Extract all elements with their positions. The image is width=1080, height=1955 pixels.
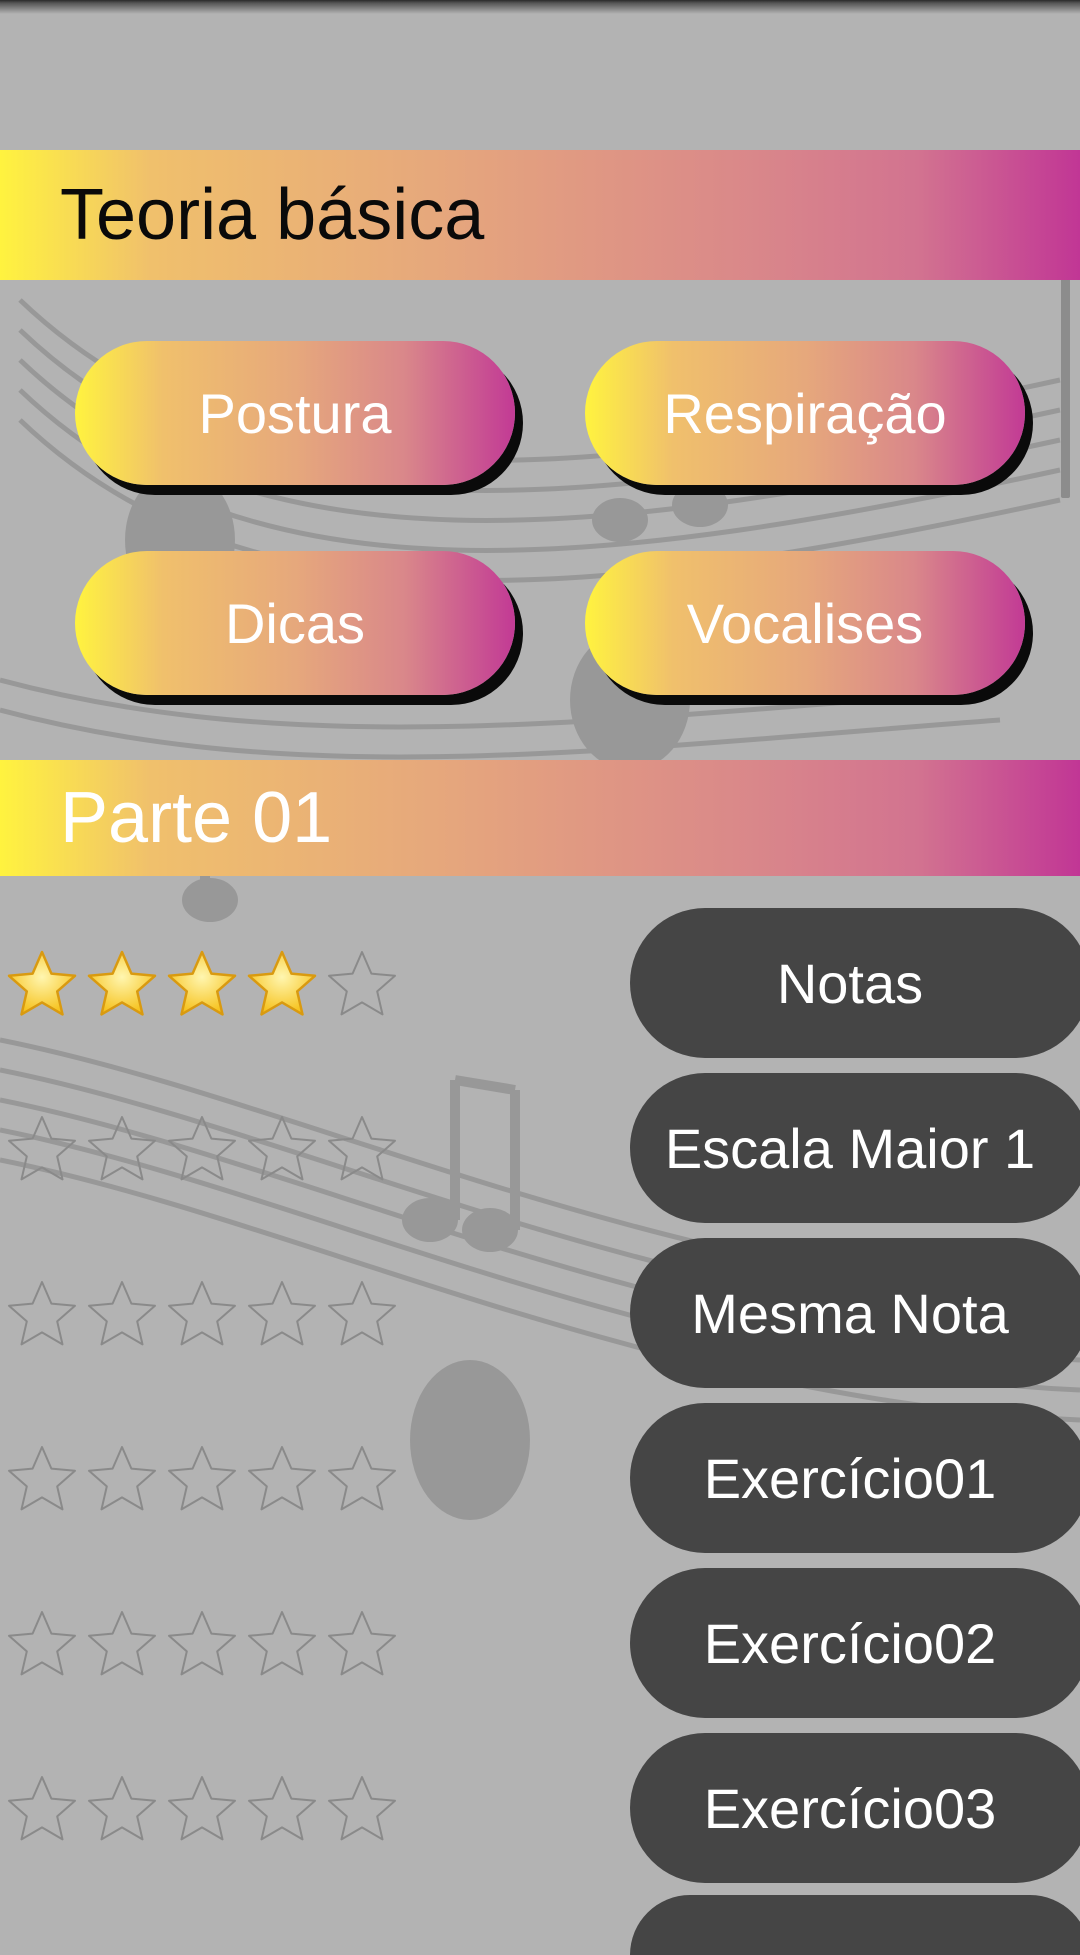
exercise-button-partial[interactable] — [630, 1895, 1080, 1955]
star-empty-icon — [8, 1446, 76, 1511]
tips-button[interactable]: Dicas — [75, 551, 515, 695]
star-empty-icon — [248, 1611, 316, 1676]
star-empty-icon — [88, 1611, 156, 1676]
star-filled-icon — [247, 950, 317, 1016]
star-rating — [2, 1773, 402, 1843]
exercise-row: Exercício03 — [0, 1733, 1080, 1883]
star-empty-icon — [168, 1446, 236, 1511]
star-empty-icon — [8, 1776, 76, 1841]
exercise-row: Exercício02 — [0, 1568, 1080, 1718]
section-header-basic-theory: Teoria básica — [0, 150, 1080, 280]
exercise-button[interactable]: Exercício01 — [630, 1403, 1080, 1553]
star-empty-icon — [328, 1611, 396, 1676]
star-empty-icon — [8, 1611, 76, 1676]
exercise-row: Exercício01 — [0, 1403, 1080, 1553]
star-empty-icon — [88, 1116, 156, 1181]
star-empty-icon — [328, 1776, 396, 1841]
exercise-button[interactable]: Mesma Nota — [630, 1238, 1080, 1388]
star-filled-icon — [7, 950, 77, 1016]
star-filled-icon — [87, 950, 157, 1016]
star-empty-icon — [248, 1116, 316, 1181]
star-rating — [2, 948, 402, 1018]
star-empty-icon — [88, 1446, 156, 1511]
star-rating — [2, 1113, 402, 1183]
status-bar-shadow — [0, 0, 1080, 14]
posture-button[interactable]: Postura — [75, 341, 515, 485]
star-filled-icon — [167, 950, 237, 1016]
star-empty-icon — [328, 1116, 396, 1181]
star-empty-icon — [248, 1446, 316, 1511]
exercise-button[interactable]: Notas — [630, 908, 1080, 1058]
section-title: Parte 01 — [60, 778, 333, 858]
star-empty-icon — [88, 1776, 156, 1841]
star-empty-icon — [168, 1776, 236, 1841]
star-empty-icon — [8, 1281, 76, 1346]
exercise-button[interactable]: Exercício02 — [630, 1568, 1080, 1718]
exercise-row: Mesma Nota — [0, 1238, 1080, 1388]
vocalises-button[interactable]: Vocalises — [585, 551, 1025, 695]
exercise-row: Notas — [0, 908, 1080, 1058]
star-empty-icon — [328, 1281, 396, 1346]
section-title: Teoria básica — [60, 175, 485, 255]
breathing-button[interactable]: Respiração — [585, 341, 1025, 485]
exercise-button[interactable]: Exercício03 — [630, 1733, 1080, 1883]
star-empty-icon — [88, 1281, 156, 1346]
star-empty-icon — [248, 1776, 316, 1841]
star-rating — [2, 1443, 402, 1513]
star-empty-icon — [168, 1281, 236, 1346]
star-empty-icon — [328, 1446, 396, 1511]
star-empty-icon — [248, 1281, 316, 1346]
star-rating — [2, 1278, 402, 1348]
star-empty-icon — [328, 951, 396, 1016]
exercise-row: Escala Maior 1 — [0, 1073, 1080, 1223]
star-empty-icon — [168, 1611, 236, 1676]
star-empty-icon — [8, 1116, 76, 1181]
star-empty-icon — [168, 1116, 236, 1181]
section-header-part-01: Parte 01 — [0, 760, 1080, 876]
star-rating — [2, 1608, 402, 1678]
exercise-button[interactable]: Escala Maior 1 — [630, 1073, 1080, 1223]
